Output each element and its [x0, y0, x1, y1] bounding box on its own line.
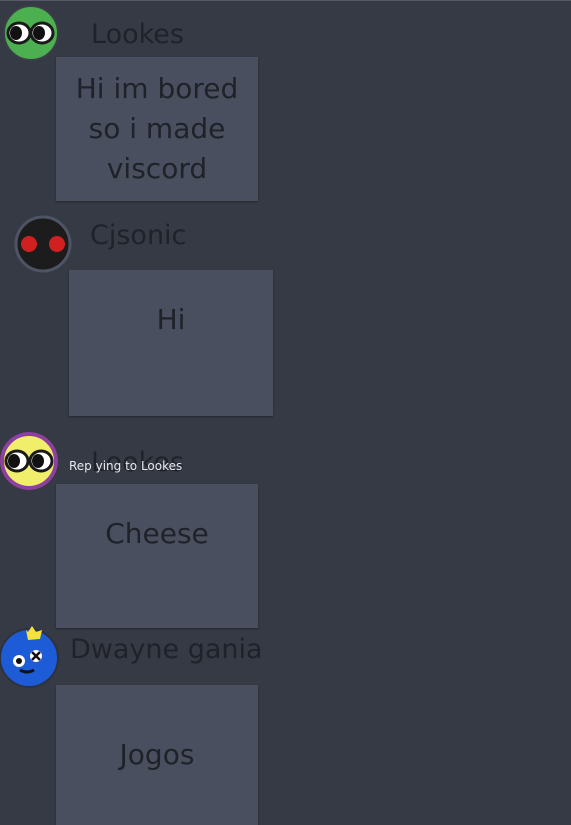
reply-label[interactable]: Rep ying to Lookes [69, 459, 182, 473]
top-divider [0, 0, 571, 1]
message-bubble: Hi [69, 270, 273, 416]
black-red-eyes-avatar-icon[interactable] [14, 215, 72, 273]
message-author[interactable]: Cjsonic [90, 222, 186, 249]
blue-creature-avatar-icon[interactable] [0, 626, 60, 688]
yellow-eyes-avatar-icon[interactable] [0, 432, 58, 490]
green-eyes-avatar-icon[interactable] [3, 5, 59, 61]
message-bubble: Hi im bored so i made viscord [56, 57, 258, 201]
message-bubble: Jogos [56, 685, 258, 825]
message-author[interactable]: Lookes [91, 21, 184, 48]
message-author[interactable]: Dwayne gania [70, 636, 263, 663]
message-bubble: Cheese [56, 484, 258, 628]
